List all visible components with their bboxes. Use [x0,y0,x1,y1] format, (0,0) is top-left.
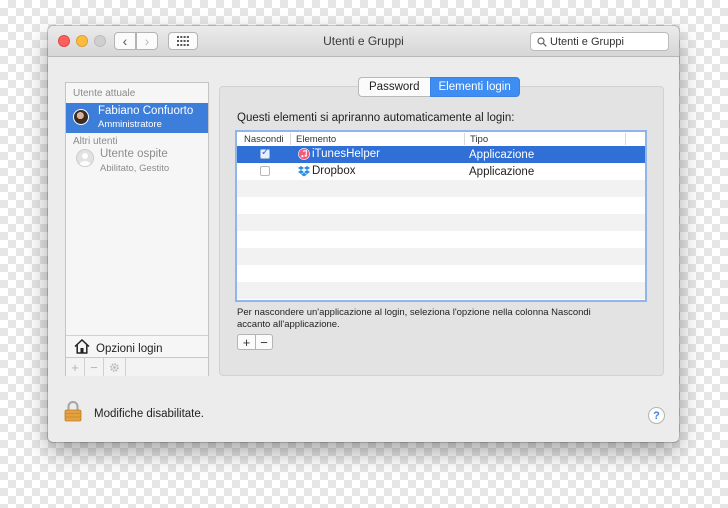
table-row[interactable]: iTunesHelper Applicazione [237,146,645,163]
item-type: Applicazione [469,166,535,178]
hide-checkbox[interactable] [260,147,270,159]
table-header: Nascondi Elemento Tipo [237,132,645,147]
login-items-table[interactable]: Nascondi Elemento Tipo iTunesHelper Appl… [235,130,647,302]
avatar [73,109,89,125]
guest-user-icon [76,149,94,167]
chevron-left-icon: ‹ [122,33,128,49]
search-icon [537,36,547,47]
sidebar-item-current-user[interactable]: Fabiano Confuorto Amministratore [66,103,208,133]
add-remove-controls: + − [237,334,273,350]
item-name: Dropbox [312,165,356,177]
tab-password[interactable]: Password [358,77,430,97]
column-hide[interactable]: Nascondi [244,134,284,145]
user-actions-button[interactable] [104,358,126,376]
guest-user-name: Utente ospite [100,148,168,160]
house-icon [74,339,90,354]
lock-icon[interactable] [64,400,82,422]
login-options-item[interactable]: Opzioni login [66,335,208,358]
login-items-hint: Per nascondere un'applicazione al login,… [237,307,591,330]
itunes-icon [298,148,310,160]
users-groups-window: ‹ › Utenti e Gruppi Utente attuale [48,26,679,442]
users-sidebar: Utente attuale Fabiano Confuorto Amminis… [65,82,209,376]
current-user-name: Fabiano Confuorto [98,105,194,117]
lock-status-text: Modifiche disabilitate. [94,408,204,420]
column-type[interactable]: Tipo [470,134,488,145]
sidebar-button-bar: + − [66,357,208,376]
column-item[interactable]: Elemento [296,134,336,145]
minimize-button[interactable] [76,35,88,47]
item-name: iTunesHelper [312,148,380,160]
login-items-heading: Questi elementi si apriranno automaticam… [237,112,515,124]
login-options-label: Opzioni login [96,343,163,355]
forward-button[interactable]: › [136,32,158,50]
current-user-header: Utente attuale [73,88,136,99]
current-user-role: Amministratore [98,119,162,130]
remove-login-item-button[interactable]: − [255,334,273,350]
add-user-button[interactable]: + [66,358,85,376]
chevron-right-icon: › [144,33,150,49]
guest-user-status: Abilitato, Gestito [100,163,170,174]
tab-bar: Password Elementi login [358,77,520,97]
other-users-header: Altri utenti [73,136,118,147]
gear-icon [110,362,119,372]
search-field[interactable] [530,32,669,51]
close-button[interactable] [58,35,70,47]
title-bar: ‹ › Utenti e Gruppi [48,26,679,57]
zoom-button[interactable] [94,35,106,47]
hide-checkbox[interactable] [260,166,270,176]
remove-user-button[interactable]: − [85,358,104,376]
grid-icon [177,36,189,46]
dropbox-icon [298,166,310,177]
table-row[interactable]: Dropbox Applicazione [237,163,645,180]
back-button[interactable]: ‹ [114,32,136,50]
tab-login-items[interactable]: Elementi login [429,77,520,97]
show-all-button[interactable] [168,32,198,50]
item-type: Applicazione [469,149,535,161]
help-button[interactable]: ? [648,407,665,424]
search-input[interactable] [547,35,660,48]
add-login-item-button[interactable]: + [237,334,255,350]
